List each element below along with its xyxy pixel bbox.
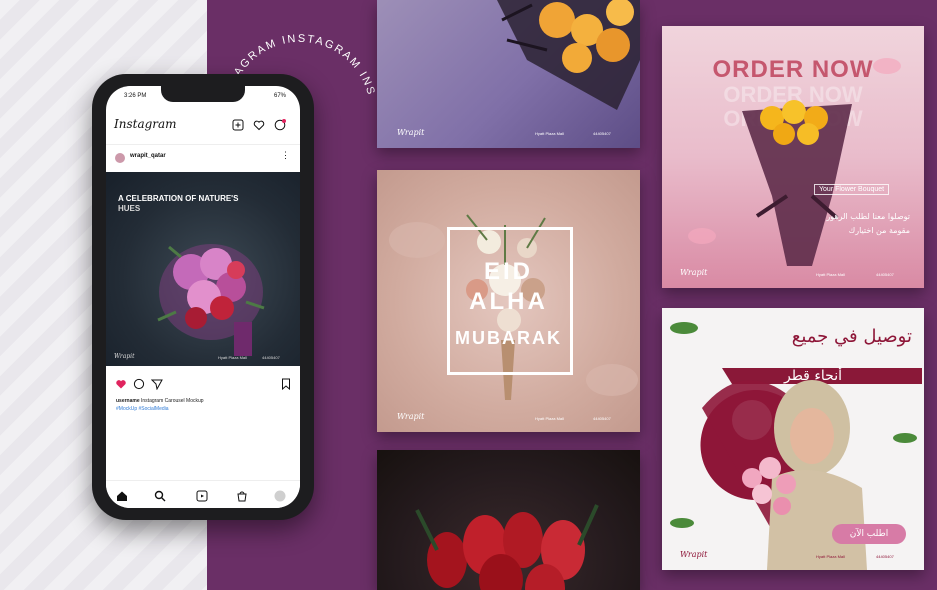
phone-screen: 3:26 PM 67% Instagram wrapit_qatar ⋮ A C…	[106, 86, 300, 508]
bottom-tab-bar	[106, 480, 300, 508]
order-arabic-line2: مقومة من اختيارك	[848, 226, 910, 235]
post-phone: 44405407	[262, 355, 280, 360]
delivery-arabic-subtitle: أنحاء قطر	[783, 368, 842, 384]
post-card-roses-top: Wrapit Hyatt Plaza Mall 44405407	[377, 0, 640, 148]
add-post-icon[interactable]	[232, 118, 244, 131]
status-battery: 67%	[273, 93, 286, 99]
search-icon[interactable]	[154, 489, 166, 502]
bouquet-illustration	[157, 244, 265, 356]
card4-brand: Wrapit	[680, 268, 708, 277]
order-arabic-line1: توصلوا معنا لطلب الرهور	[826, 212, 910, 221]
post-card-tulips	[377, 450, 640, 590]
post-image[interactable]: A CELEBRATION OF NATURE'S HUES Wrapit Hy…	[106, 172, 300, 366]
post-card-delivery: توصيل في جميع أنحاء قطر اطلب الآن Wrapit…	[662, 308, 924, 570]
card1-location: Hyatt Plaza Mall	[535, 131, 564, 136]
mockup-scene: INSTAGRAM INSTAGRAM INS 3:26 PM 67% Inst…	[0, 0, 937, 590]
tulips-illustration	[415, 504, 599, 590]
post-location: Hyatt Plaza Mall	[218, 355, 247, 360]
post-card-order-now: ORDER NOW ORDER NOW ORDER NOW Your Flowe…	[662, 26, 924, 288]
order-bouquet-illustration	[688, 58, 901, 266]
card2-location: Hyatt Plaza Mall	[535, 416, 564, 421]
card1-phone: 44405407	[593, 131, 611, 136]
phone-mockup: 3:26 PM 67% Instagram wrapit_qatar ⋮ A C…	[92, 74, 314, 520]
post-brand: Wrapit	[114, 353, 135, 360]
share-icon[interactable]	[150, 377, 163, 391]
bouquet-label: Your Flower Bouquet	[814, 184, 890, 195]
home-icon[interactable]	[116, 489, 128, 501]
card5-phone: 44405407	[876, 554, 894, 559]
reels-icon[interactable]	[196, 489, 208, 502]
eid-line3: MUBARAK	[455, 328, 562, 348]
eid-line2: ALHA	[469, 288, 548, 315]
phone-notch	[161, 86, 245, 102]
instagram-logo: Instagram	[114, 117, 177, 131]
profile-avatar-icon[interactable]	[274, 489, 286, 502]
card2-brand: Wrapit	[397, 412, 425, 421]
comment-icon[interactable]	[133, 377, 145, 390]
avatar[interactable]	[115, 153, 125, 163]
card2-phone: 44405407	[593, 416, 611, 421]
like-heart-icon[interactable]	[115, 377, 127, 389]
post-footer: Wrapit Hyatt Plaza Mall 44405407	[114, 353, 294, 360]
heart-icon[interactable]	[253, 118, 265, 131]
delivery-arabic-title: توصيل في جميع	[791, 326, 912, 347]
card5-brand: Wrapit	[680, 550, 708, 559]
roses-illustration	[497, 0, 640, 110]
caption-text: Instagram Carousel Mockup	[141, 398, 204, 404]
post-profile-row[interactable]: wrapit_qatar ⋮	[106, 144, 300, 170]
order-now-button[interactable]: اطلب الآن	[832, 524, 906, 544]
more-options-icon[interactable]: ⋮	[281, 150, 290, 161]
card1-brand: Wrapit	[397, 128, 425, 137]
instagram-header: Instagram	[106, 110, 300, 138]
post-actions	[106, 372, 300, 394]
card4-location: Hyatt Plaza Mall	[816, 272, 845, 277]
card4-phone: 44405407	[876, 272, 894, 277]
messenger-icon[interactable]	[274, 118, 286, 131]
bookmark-icon[interactable]	[280, 377, 292, 391]
profile-name[interactable]: wrapit_qatar	[130, 153, 166, 159]
post-caption: username Instagram Carousel Mockup #Mock…	[116, 397, 204, 413]
shop-icon[interactable]	[236, 489, 248, 502]
post-card-eid: EID ALHA MUBARAK Wrapit Hyatt Plaza Mall…	[377, 170, 640, 432]
card5-location: Hyatt Plaza Mall	[816, 554, 845, 559]
eid-line1: EID	[483, 258, 533, 285]
status-time: 3:26 PM	[124, 93, 147, 99]
caption-username[interactable]: username	[116, 398, 140, 404]
caption-hashtags[interactable]: #MockUp #SocialMedia	[116, 405, 204, 413]
